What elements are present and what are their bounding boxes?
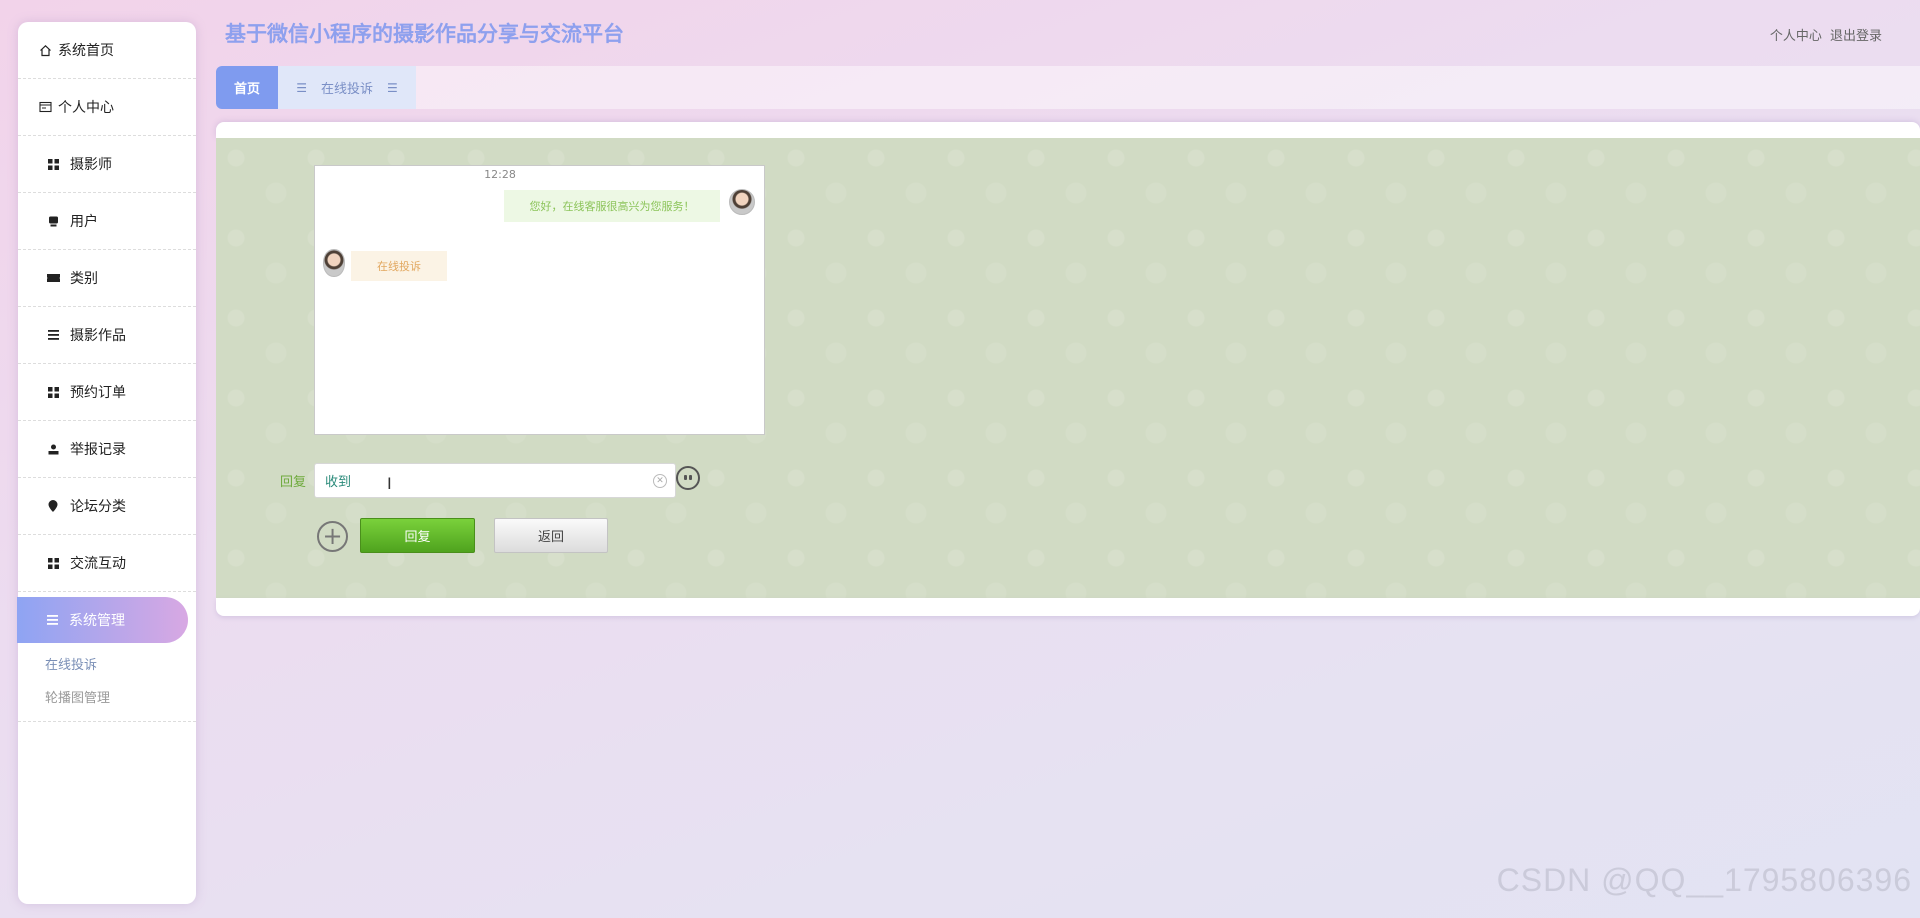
pin-icon <box>46 499 60 513</box>
grid-icon <box>46 385 60 399</box>
profile-card-icon <box>38 100 52 114</box>
plus-icon[interactable]: + <box>317 521 348 552</box>
submenu-item-carousel[interactable]: 轮播图管理 <box>18 680 196 713</box>
tab-close-icon[interactable]: ☰ <box>387 81 398 95</box>
reply-button[interactable]: 回复 <box>360 518 475 553</box>
sidebar-item-photographer[interactable]: 摄影师 <box>18 136 196 193</box>
sidebar-item-label: 摄影作品 <box>70 328 126 344</box>
grid-icon <box>46 556 60 570</box>
reply-input-wrap: ✕ <box>314 463 676 498</box>
system-submenu: 在线投诉 轮播图管理 <box>18 643 196 722</box>
emoji-icon[interactable] <box>676 466 700 490</box>
list-icon <box>46 328 60 342</box>
sidebar-item-system[interactable]: 系统管理 <box>17 597 188 643</box>
sidebar-item-home[interactable]: 系统首页 <box>18 22 196 79</box>
sidebar-item-profile[interactable]: 个人中心 <box>18 79 196 136</box>
grid-icon <box>46 157 60 171</box>
chat-message-service: 您好，在线客服很高兴为您服务！ <box>504 190 720 222</box>
sidebar-item-label: 个人中心 <box>58 100 114 116</box>
page-title: 基于微信小程序的摄影作品分享与交流平台 <box>225 22 624 46</box>
sidebar-item-label: 举报记录 <box>70 442 126 458</box>
back-button[interactable]: 返回 <box>494 518 608 553</box>
tabs-bar: 首页 ☰ 在线投诉 ☰ <box>216 66 1920 109</box>
sidebar-item-label: 类别 <box>70 271 98 287</box>
sidebar-item-category[interactable]: 类别 <box>18 250 196 307</box>
tab-home[interactable]: 首页 <box>216 66 278 109</box>
sidebar-item-user[interactable]: 用户 <box>18 193 196 250</box>
sidebar-item-label: 系统首页 <box>58 43 114 59</box>
reply-label: 回复 <box>280 475 307 490</box>
chat-window: 12:28 您好，在线客服很高兴为您服务！ 在线投诉 <box>314 165 765 435</box>
text-cursor-icon: I <box>387 474 392 493</box>
reply-input[interactable] <box>315 464 675 497</box>
sidebar-item-label: 系统管理 <box>69 613 125 629</box>
ticket-icon <box>46 271 60 285</box>
sidebar: 系统首页 个人中心 摄影师 用户 类别 摄影作品 预约订单 举报记录 论坛分类 … <box>17 22 196 904</box>
sidebar-item-label: 论坛分类 <box>70 499 126 515</box>
sidebar-item-label: 交流互动 <box>70 556 126 572</box>
sidebar-item-reports[interactable]: 举报记录 <box>18 421 196 478</box>
tab-menu-icon: ☰ <box>296 80 307 95</box>
person-icon <box>46 442 60 456</box>
sidebar-item-label: 用户 <box>70 214 98 230</box>
tab-complaint[interactable]: ☰ 在线投诉 ☰ <box>278 66 416 109</box>
list-icon <box>45 613 59 627</box>
sidebar-item-label: 预约订单 <box>70 385 126 401</box>
user-avatar <box>323 249 345 277</box>
sidebar-item-label: 摄影师 <box>70 157 112 173</box>
logout-link[interactable]: 退出登录 <box>1830 29 1882 44</box>
sidebar-item-forum-category[interactable]: 论坛分类 <box>18 478 196 535</box>
chat-timestamp: 12:28 <box>484 168 516 181</box>
clear-icon[interactable]: ✕ <box>653 474 667 488</box>
sidebar-item-orders[interactable]: 预约订单 <box>18 364 196 421</box>
sidebar-item-works[interactable]: 摄影作品 <box>18 307 196 364</box>
panel-bottom <box>216 598 1920 616</box>
profile-link[interactable]: 个人中心 <box>1770 29 1822 44</box>
tab-label: 在线投诉 <box>320 82 373 97</box>
panel-top <box>216 122 1920 138</box>
submenu-item-complaint[interactable]: 在线投诉 <box>18 647 196 680</box>
header-links: 个人中心 退出登录 <box>1766 25 1882 44</box>
chat-message-user: 在线投诉 <box>351 251 447 281</box>
service-avatar <box>729 189 755 215</box>
home-icon <box>38 43 52 57</box>
user-icon <box>46 214 60 228</box>
sidebar-item-interaction[interactable]: 交流互动 <box>18 535 196 592</box>
watermark: CSDN @QQ__1795806396 <box>1496 862 1912 898</box>
